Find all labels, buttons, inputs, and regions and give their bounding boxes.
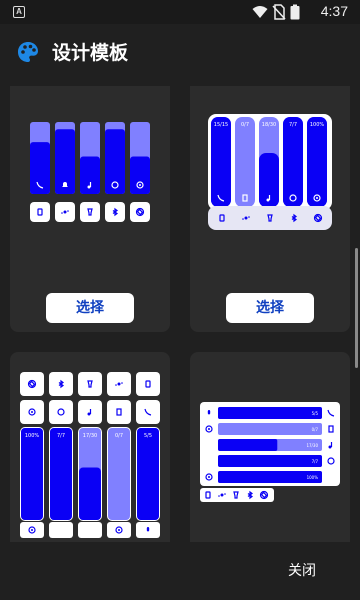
slider: 15/15	[211, 117, 231, 207]
slider: 17/30	[78, 427, 102, 521]
slider: 5/5	[218, 407, 322, 419]
slider	[105, 122, 125, 194]
toggle-button	[130, 202, 150, 222]
status-bar: A 4:37	[0, 0, 360, 24]
template-preview-2: 15/15 0/7 18/30 7/7 100%	[208, 114, 332, 230]
app-notification-icon: A	[13, 6, 25, 18]
slider-value: 5/5	[144, 433, 152, 439]
battery-icon	[290, 4, 300, 20]
toggle-button	[49, 372, 73, 396]
slider-value: 18/30	[262, 122, 276, 128]
mic-icon	[146, 527, 150, 532]
toggle-button	[136, 372, 160, 396]
select-button[interactable]: 选择	[46, 293, 134, 323]
slider-value: 0/7	[241, 122, 249, 128]
template-card-2[interactable]: 15/15 0/7 18/30 7/7 100% 选择	[190, 86, 350, 332]
slider-value: 0/7	[115, 433, 123, 439]
slider-fill	[283, 117, 303, 207]
slider-fill	[79, 467, 101, 520]
template-card-3[interactable]: 100% 7/7 17/30 0/7 5/5	[10, 352, 170, 552]
no-sim-icon	[272, 4, 286, 20]
slider: 0/7	[235, 117, 255, 207]
toggle-button	[55, 202, 75, 222]
select-button[interactable]: 选择	[226, 293, 314, 323]
close-button[interactable]: 关闭	[276, 556, 328, 586]
slider: 7/7	[283, 117, 303, 207]
slider: 7/7	[49, 427, 73, 521]
slider-value: 100%	[25, 433, 40, 439]
slider-value: 5/5	[312, 411, 319, 416]
slider: 100%	[20, 427, 44, 521]
toggle-button	[107, 372, 131, 396]
slider-value: 0/7	[312, 427, 319, 432]
slider-value: 7/7	[57, 433, 65, 439]
slider-track	[108, 428, 130, 520]
slider	[30, 122, 50, 194]
mic-icon	[207, 410, 211, 415]
toggle-button	[20, 372, 44, 396]
template-card-1[interactable]: 选择	[10, 86, 170, 332]
template-card-4[interactable]: 5/5 0/7 17/30 7/7 100%	[190, 352, 350, 552]
slider-fill	[80, 156, 100, 194]
toggle-button	[49, 400, 73, 424]
slider	[80, 122, 100, 194]
slider-value: 15/15	[214, 122, 228, 128]
toggle-button	[105, 202, 125, 222]
slider: 100%	[307, 117, 327, 207]
slider: 0/7	[218, 423, 322, 435]
slider-value: 100%	[307, 475, 319, 480]
slider-fill	[211, 117, 231, 207]
slider-fill	[307, 117, 327, 207]
slider-value: 17/30	[83, 433, 97, 439]
page-title: 设计模板	[52, 42, 129, 64]
slider-value: 7/7	[312, 459, 319, 464]
slider-fill	[137, 428, 159, 520]
slider	[130, 122, 150, 194]
slider	[55, 122, 75, 194]
slider-track	[235, 117, 255, 207]
scrollbar[interactable]	[355, 248, 358, 368]
toggle-button	[78, 400, 102, 424]
slider-fill	[105, 129, 125, 194]
slider: 7/7	[218, 455, 322, 467]
clock: 4:37	[320, 3, 348, 19]
toggle-button	[30, 202, 50, 222]
slider-fill	[21, 428, 43, 520]
slider: 100%	[218, 471, 322, 483]
toggle-button	[136, 400, 160, 424]
palette-icon	[18, 42, 38, 62]
slider-fill	[50, 428, 72, 520]
template-preview-3: 100% 7/7 17/30 0/7 5/5	[20, 372, 160, 538]
toggle-button	[78, 372, 102, 396]
slider: 17/30	[218, 439, 322, 451]
app-bar: 设计模板	[0, 24, 360, 80]
slider-value: 17/30	[306, 443, 318, 448]
toggle-button	[107, 400, 131, 424]
slider: 0/7	[107, 427, 131, 521]
wifi-icon	[252, 6, 268, 18]
slider-value: 100%	[310, 122, 325, 128]
slider: 18/30	[259, 117, 279, 207]
slider-value: 7/7	[289, 122, 297, 128]
template-preview-4: 5/5 0/7 17/30 7/7 100%	[200, 402, 340, 502]
toggle-button	[80, 202, 100, 222]
toggle-button	[20, 400, 44, 424]
slider: 5/5	[136, 427, 160, 521]
template-preview-1	[30, 122, 150, 222]
